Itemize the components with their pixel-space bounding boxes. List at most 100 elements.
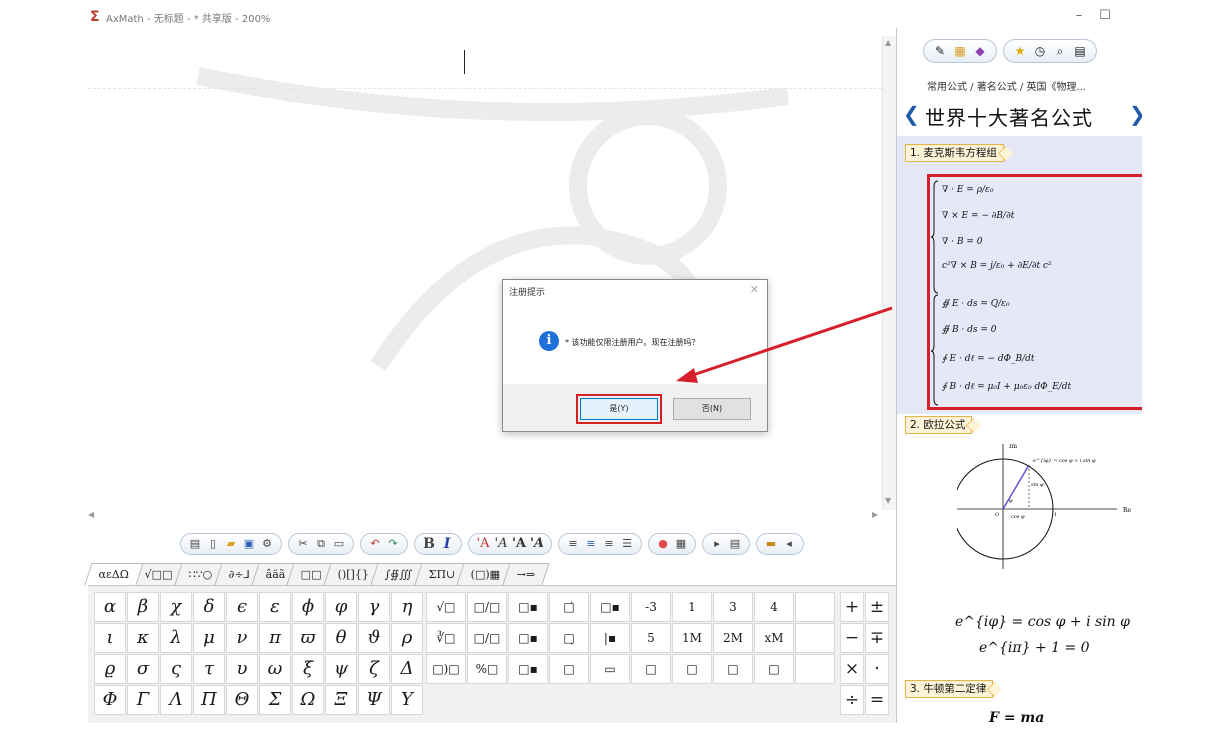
template-button-14[interactable]: |▪ [590,623,630,653]
bold-button[interactable]: B [421,536,437,552]
greek-symbol-8[interactable]: γ [358,592,390,622]
section-euler[interactable]: 2. 欧拉公式 Im Re e^{iφ} = cos φ + i sin φ s… [897,414,1142,678]
greek-symbol-9[interactable]: η [391,592,423,622]
greek-symbol-30[interactable]: Φ [94,685,126,715]
book-icon[interactable]: ▤ [1072,43,1088,59]
template-button-27[interactable]: □ [713,654,753,684]
cut-icon[interactable]: ✂ [295,536,311,552]
font-style-button-2[interactable]: 'A [493,536,509,552]
greek-symbol-18[interactable]: ϑ [358,623,390,653]
template-button-8[interactable]: 4 [754,592,794,622]
greek-symbol-32[interactable]: Λ [160,685,192,715]
scroll-left-icon[interactable]: ◀ [88,510,94,519]
greek-symbol-34[interactable]: Θ [226,685,258,715]
template-button-5[interactable]: -3 [631,592,671,622]
greek-symbol-24[interactable]: υ [226,654,258,684]
palette-grid-icon[interactable]: ▦ [673,536,689,552]
greek-symbol-0[interactable]: α [94,592,126,622]
template-button-20[interactable]: □)□ [426,654,466,684]
greek-symbol-14[interactable]: ν [226,623,258,653]
greek-symbol-16[interactable]: ϖ [292,623,324,653]
template-button-12[interactable]: □▪ [508,623,548,653]
greek-symbol-5[interactable]: ε [259,592,291,622]
operator-button-3[interactable]: ∓ [865,623,889,653]
font-style-button-3[interactable]: 'A [511,536,527,552]
template-button-10[interactable]: ∛□ [426,623,466,653]
template-button-2[interactable]: □▪ [508,592,548,622]
template-button-7[interactable]: 3 [713,592,753,622]
greek-symbol-31[interactable]: Γ [127,685,159,715]
vertical-scrollbar[interactable]: ▲ ▼ [882,36,896,510]
scroll-right-icon[interactable]: ▶ [872,510,878,519]
dialog-close-button[interactable]: ✕ [750,283,759,296]
collapse-icon[interactable]: ◂ [781,536,797,552]
list-icon[interactable]: ☰ [619,536,635,552]
align-left-icon[interactable]: ≡ [565,536,581,552]
greek-symbol-13[interactable]: μ [193,623,225,653]
greek-symbol-36[interactable]: Ω [292,685,324,715]
greek-symbol-23[interactable]: τ [193,654,225,684]
greek-symbol-19[interactable]: ρ [391,623,423,653]
greek-symbol-6[interactable]: ϕ [292,592,324,622]
symbol-tab-10[interactable]: →⇒ [502,563,550,585]
briefcase-icon[interactable]: ▬ [763,536,779,552]
copy-icon[interactable]: ⧉ [313,536,329,552]
greek-symbol-11[interactable]: κ [127,623,159,653]
template-button-29[interactable] [795,654,835,684]
save-icon[interactable]: ▣ [241,536,257,552]
template-button-19[interactable] [795,623,835,653]
maximize-button[interactable]: ☐ [1090,8,1120,23]
template-button-0[interactable]: √□ [426,592,466,622]
operator-button-1[interactable]: ± [865,592,889,622]
operator-button-0[interactable]: + [840,592,864,622]
edit-icon[interactable]: ✎ [932,43,948,59]
section-maxwell[interactable]: 1. 麦克斯韦方程组 ∇ · E = ρ/ε₀ ∇ × E = − ∂B/∂t … [897,136,1142,414]
grid-icon[interactable]: ▦ [952,43,968,59]
italic-button[interactable]: I [439,536,455,552]
yes-button[interactable]: 是(Y) [576,394,662,424]
template-button-4[interactable]: □▪ [590,592,630,622]
prev-category-button[interactable]: ❮ [903,102,920,126]
template-button-23[interactable]: □ [549,654,589,684]
greek-symbol-10[interactable]: ι [94,623,126,653]
greek-symbol-33[interactable]: Π [193,685,225,715]
template-button-26[interactable]: □ [672,654,712,684]
scroll-down-icon[interactable]: ▼ [885,496,891,505]
play-icon[interactable]: ▸ [709,536,725,552]
operator-button-7[interactable]: = [865,685,889,715]
greek-symbol-4[interactable]: ϵ [226,592,258,622]
operator-button-5[interactable]: · [865,654,889,684]
greek-symbol-1[interactable]: β [127,592,159,622]
matrix-icon[interactable]: ▤ [727,536,743,552]
greek-symbol-2[interactable]: χ [160,592,192,622]
breadcrumb[interactable]: 常用公式 / 著名公式 / 英国《物理... [927,78,1086,93]
open-folder-icon[interactable]: ▰ [223,536,239,552]
template-button-24[interactable]: ▭ [590,654,630,684]
undo-icon[interactable]: ↶ [367,536,383,552]
greek-symbol-7[interactable]: φ [325,592,357,622]
template-button-21[interactable]: %□ [467,654,507,684]
greek-symbol-20[interactable]: ϱ [94,654,126,684]
favorite-icon[interactable]: ★ [1012,43,1028,59]
template-button-16[interactable]: 1M [672,623,712,653]
greek-symbol-3[interactable]: δ [193,592,225,622]
greek-symbol-38[interactable]: Ψ [358,685,390,715]
symbol-tab-0[interactable]: αεΔΩ [84,563,144,585]
color-wheel-icon[interactable]: ● [655,536,671,552]
align-center-icon[interactable]: ≡ [583,536,599,552]
next-category-button[interactable]: ❯ [1129,102,1142,126]
template-button-28[interactable]: □ [754,654,794,684]
template-button-6[interactable]: 1 [672,592,712,622]
redo-icon[interactable]: ↷ [385,536,401,552]
template-button-1[interactable]: □/□ [467,592,507,622]
section-newton[interactable]: 3. 牛顿第二定律 F = ma [897,678,1142,723]
operator-button-4[interactable]: × [840,654,864,684]
greek-symbol-26[interactable]: ξ [292,654,324,684]
template-button-9[interactable] [795,592,835,622]
font-style-button-4[interactable]: 'A [529,536,545,552]
paste-icon[interactable]: ▭ [331,536,347,552]
greek-symbol-37[interactable]: Ξ [325,685,357,715]
align-right-icon[interactable]: ≡ [601,536,617,552]
greek-symbol-17[interactable]: θ [325,623,357,653]
greek-symbol-12[interactable]: λ [160,623,192,653]
